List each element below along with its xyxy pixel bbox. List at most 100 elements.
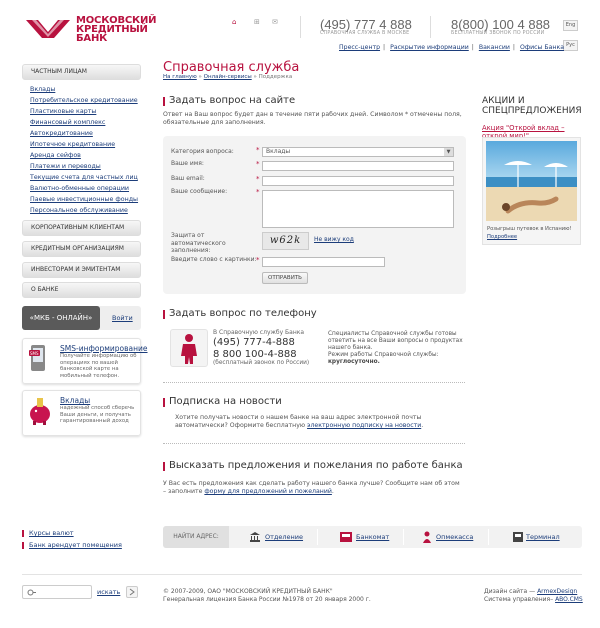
- sidebar-about[interactable]: О БАНКЕ: [22, 282, 141, 298]
- sidebar-item[interactable]: Автокредитование: [30, 128, 142, 139]
- bank-building-icon: [250, 532, 260, 542]
- sidebar-item[interactable]: Ипотечное кредитование: [30, 139, 142, 150]
- message-textarea[interactable]: [262, 190, 454, 228]
- cms-link[interactable]: ABO.CMS: [555, 596, 583, 603]
- news-text: Хотите получать новости о нашем банке на…: [175, 414, 424, 429]
- feedback-text: У Вас есть предложения как сделать работ…: [163, 480, 460, 495]
- nav-offices[interactable]: Офисы Банка: [520, 44, 564, 51]
- sidebar-item[interactable]: Вклады: [30, 84, 142, 95]
- lease-marker: [22, 542, 24, 549]
- nav-vacancies[interactable]: Вакансии: [479, 44, 510, 51]
- submit-button[interactable]: ОТПРАВИТЬ: [262, 272, 308, 284]
- sidebar-item[interactable]: Финансовый комплекс: [30, 117, 142, 128]
- captcha-reload-link[interactable]: Не вижу код: [314, 236, 354, 243]
- feedback-section-title: Высказать предложения и пожелания по раб…: [163, 460, 463, 471]
- phone-section-title: Задать вопрос по телефону: [163, 308, 317, 319]
- sidebar-corporate[interactable]: КОРПОРАТИВНЫМ КЛИЕНТАМ: [22, 220, 141, 236]
- promo-title-line2: СПЕЦПРЕДЛОЖЕНИЯ: [482, 106, 582, 116]
- sidebar-private[interactable]: ЧАСТНЫМ ЛИЦАМ: [22, 64, 141, 80]
- header-divider: [300, 16, 301, 38]
- promo-title: АКЦИИ И СПЕЦПРЕДЛОЖЕНИЯ: [482, 96, 582, 116]
- design-link[interactable]: ArmexDesign: [537, 588, 577, 595]
- divider: [163, 382, 465, 383]
- phone-free-note: (бесплатный звонок по России): [213, 360, 310, 366]
- phone-free-caption: БЕСПЛАТНЫЙ ЗВОНОК ПО РОССИИ: [451, 31, 545, 36]
- find-branch-button[interactable]: Отделение: [249, 526, 303, 548]
- category-label: Категория вопроса:: [171, 148, 234, 155]
- mail-icon[interactable]: ✉: [272, 18, 278, 26]
- phone-intro: В Справочную службу Банка: [213, 329, 305, 336]
- sidebar-item[interactable]: Потребительское кредитование: [30, 95, 142, 106]
- required-mark: *: [256, 188, 260, 196]
- operator-icon: [181, 334, 197, 364]
- search-icon: [27, 589, 36, 596]
- captcha-image: w62k: [262, 232, 309, 250]
- search-input[interactable]: [22, 585, 92, 599]
- search-button[interactable]: искать: [97, 588, 120, 596]
- lang-en-button[interactable]: Eng: [563, 20, 578, 31]
- find-branch-label: Отделение: [265, 533, 304, 541]
- atm-icon: [340, 532, 352, 542]
- home-icon[interactable]: ⌂: [232, 18, 236, 26]
- ask-section-title: Задать вопрос на сайте: [163, 95, 295, 106]
- required-mark: *: [256, 160, 260, 168]
- captcha-label: Защита от автоматического заполнения:: [171, 232, 226, 254]
- category-value: Вклады: [266, 148, 291, 155]
- promo-caption: Розыгрыш путевок в Испанию!: [487, 226, 572, 232]
- breadcrumb: На главную » Онлайн-сервисы » Поддержка: [163, 74, 293, 80]
- sidebar-credit-orgs[interactable]: КРЕДИТНЫМ ОРГАНИЗАЦИЯМ: [22, 241, 141, 257]
- online-bank-button[interactable]: «МКБ - ОНЛАЙН»: [22, 306, 100, 330]
- sitemap-icon[interactable]: ⊞: [254, 18, 260, 26]
- lease-link[interactable]: Банк арендует помещения: [29, 541, 122, 549]
- bank-logo-icon[interactable]: [24, 18, 72, 40]
- find-terminal-button[interactable]: Терминал: [513, 526, 560, 548]
- feedback-form-link[interactable]: форму для предложений и пожеланий: [204, 488, 332, 495]
- copyright-text: © 2007-2009, ОАО "МОСКОВСКИЙ КРЕДИТНЫЙ Б…: [163, 588, 333, 595]
- name-input[interactable]: [262, 161, 454, 171]
- sidebar-investors[interactable]: ИНВЕСТОРАМ И ЭМИТЕНТАМ: [22, 262, 141, 278]
- promo-more-link[interactable]: Подробнее: [487, 234, 517, 240]
- breadcrumb-online[interactable]: Онлайн-сервисы: [204, 74, 252, 80]
- required-mark: *: [256, 175, 260, 183]
- email-input[interactable]: [262, 176, 454, 186]
- find-terminal-label: Терминал: [526, 533, 560, 541]
- phone-free-number: 8 800 100-4-888: [213, 349, 297, 360]
- svg-text:SMS: SMS: [30, 351, 39, 356]
- divider: [317, 529, 318, 545]
- search-submit-icon[interactable]: [126, 586, 138, 598]
- sidebar-item[interactable]: Текущие счета для частных лиц: [30, 172, 142, 183]
- nav-press[interactable]: Пресс-центр: [339, 44, 380, 51]
- news-subscribe-link[interactable]: электронную подписку на новости: [307, 422, 421, 429]
- sms-text: Получайте информацию об операциях по ваш…: [60, 353, 137, 379]
- promo-beach-image[interactable]: [486, 141, 577, 221]
- sidebar-item[interactable]: Аренда сейфов: [30, 150, 142, 161]
- phone-section-title-text: Задать вопрос по телефону: [169, 308, 317, 319]
- operator-avatar: [170, 329, 208, 367]
- find-cashdesk-button[interactable]: Опмекасса: [422, 526, 473, 548]
- captcha-word-input[interactable]: [262, 257, 385, 267]
- deposit-link[interactable]: Вклады: [60, 396, 90, 405]
- rates-marker: [22, 530, 24, 537]
- currency-rates-link[interactable]: Курсы валют: [29, 529, 74, 537]
- address-bar-label: НАЙТИ АДРЕС:: [163, 526, 229, 548]
- sms-link[interactable]: SMS-информирование: [60, 344, 148, 353]
- find-atm-button[interactable]: Банкомат: [340, 526, 389, 548]
- required-mark: *: [256, 146, 260, 154]
- sidebar-item[interactable]: Паевые инвестиционные фонды: [30, 194, 142, 205]
- sidebar-item[interactable]: Персональное обслуживание: [30, 205, 142, 216]
- sidebar-item[interactable]: Валютно-обменные операции: [30, 183, 142, 194]
- footer-credits: Дизайн сайта — ArmexDesign Система управ…: [484, 588, 583, 604]
- terminal-icon: [513, 532, 523, 542]
- email-label: Ваш email:: [171, 175, 205, 182]
- piggy-bank-icon: [30, 398, 50, 425]
- nav-disclosure[interactable]: Раскрытие информации: [390, 44, 469, 51]
- login-link[interactable]: Войти: [112, 314, 133, 322]
- footer-divider: [22, 574, 582, 575]
- breadcrumb-home[interactable]: На главную: [163, 74, 197, 80]
- category-select[interactable]: Вклады ▼: [262, 147, 454, 157]
- sidebar-item[interactable]: Платежи и переводы: [30, 161, 142, 172]
- bank-logo-text[interactable]: МОСКОВСКИЙ КРЕДИТНЫЙ БАНК: [76, 16, 157, 44]
- sidebar-item[interactable]: Пластиковые карты: [30, 106, 142, 117]
- phone-icon: SMS: [29, 345, 45, 371]
- captcha-word-label: Введите слово с картинки:: [171, 256, 257, 263]
